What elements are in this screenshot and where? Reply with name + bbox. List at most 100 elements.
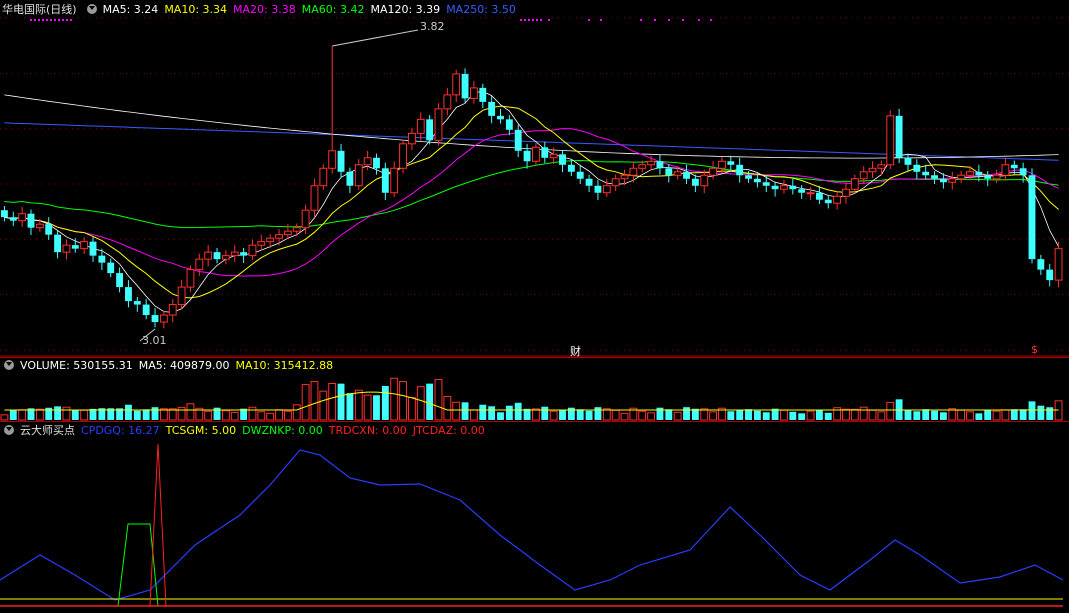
volume-bar <box>177 406 186 421</box>
candle-body <box>638 164 647 169</box>
candle-body <box>1 210 8 218</box>
candle-body <box>541 147 549 158</box>
volume-bar <box>877 411 886 421</box>
candle-body <box>877 164 886 169</box>
chart-canvas <box>0 17 1069 607</box>
signal-dot <box>520 19 522 21</box>
candle-body <box>523 150 531 162</box>
candle-body <box>292 227 301 232</box>
volume-bar <box>647 412 656 421</box>
volume-bar <box>18 409 27 421</box>
volume-bar <box>230 411 239 421</box>
volume-bar <box>842 408 850 421</box>
volume-bar <box>736 409 744 420</box>
signal-dot <box>536 19 538 21</box>
volume-bar <box>824 412 832 420</box>
candle-body <box>957 174 966 180</box>
volume-bar <box>850 408 859 421</box>
candle-body <box>230 251 239 257</box>
candle-body <box>98 255 106 263</box>
volume-bar <box>301 384 310 421</box>
signal-dot <box>710 19 712 21</box>
candle-body <box>585 178 593 186</box>
candle-body <box>966 171 974 176</box>
volume-bar <box>488 406 496 420</box>
signal-dot <box>668 19 670 21</box>
volume-bar <box>452 401 461 421</box>
candle-body <box>673 171 682 176</box>
signal-dot <box>50 19 52 21</box>
candle-body <box>434 108 443 141</box>
candle-body <box>71 245 79 249</box>
candle-body <box>381 168 389 193</box>
candle-body <box>798 189 806 193</box>
candle-body <box>54 234 62 253</box>
candle-body <box>683 171 690 179</box>
candle-body <box>727 161 735 165</box>
candle-body <box>824 199 832 204</box>
candle-body <box>248 244 257 257</box>
volume-bar <box>204 410 213 421</box>
volume-bar <box>354 389 363 421</box>
candle-body <box>709 167 718 176</box>
candle-body <box>204 251 213 260</box>
volume-bar <box>186 403 195 421</box>
signal-dot <box>548 19 550 21</box>
volume-bar <box>505 405 513 420</box>
signal-dot <box>66 19 68 21</box>
candle-body <box>647 160 656 166</box>
volume-bar <box>443 395 452 421</box>
volume-bar <box>585 410 593 420</box>
volume-bar <box>762 412 770 420</box>
volume-bar <box>390 377 399 421</box>
volume-bar <box>363 394 372 421</box>
volume-bar <box>939 412 947 420</box>
candle-body <box>602 185 611 194</box>
candle-body <box>399 143 407 169</box>
candle-body <box>1010 164 1018 169</box>
volume-bar <box>594 407 602 420</box>
signal-dot <box>524 19 526 21</box>
volume-bar <box>461 402 469 420</box>
volume-bar <box>266 412 275 421</box>
volume-bar <box>611 409 620 421</box>
signal-dot <box>34 19 36 21</box>
volume-bar <box>798 413 806 420</box>
candle-body <box>310 185 319 211</box>
volume-bar <box>125 404 132 420</box>
volume-bar <box>151 407 159 420</box>
signal-dot <box>600 19 602 21</box>
volume-bar <box>373 395 380 420</box>
volume-bar <box>346 393 354 420</box>
volume-bar <box>514 402 522 420</box>
candle-body <box>629 167 638 176</box>
volume-bar <box>745 409 752 420</box>
candle-body <box>532 146 540 162</box>
candle-body <box>789 185 797 190</box>
signal-dot <box>30 19 32 21</box>
candle-body <box>745 175 752 179</box>
volume-bar <box>469 409 478 421</box>
volume-bar <box>310 381 319 421</box>
candle-body <box>328 150 337 169</box>
candle-body <box>195 258 204 271</box>
volume-bar <box>549 410 558 421</box>
volume-bar <box>479 404 487 420</box>
volume-bar <box>71 410 79 420</box>
candle-body <box>567 164 575 172</box>
volume-bar <box>859 406 868 421</box>
volume-bar <box>1019 409 1027 420</box>
candle-body <box>815 192 823 200</box>
candle-body <box>168 304 177 316</box>
candle-body <box>35 223 44 229</box>
signal-dot <box>532 19 534 21</box>
candle-body <box>1054 248 1063 281</box>
volume-bar <box>142 409 150 420</box>
candle-body <box>753 178 761 183</box>
signal-dot <box>682 19 684 21</box>
candle-body <box>859 171 868 180</box>
finance-marker: 财 <box>570 345 581 358</box>
candle-body <box>895 115 903 158</box>
volume-bar <box>0 414 9 421</box>
candle-body <box>177 286 186 306</box>
